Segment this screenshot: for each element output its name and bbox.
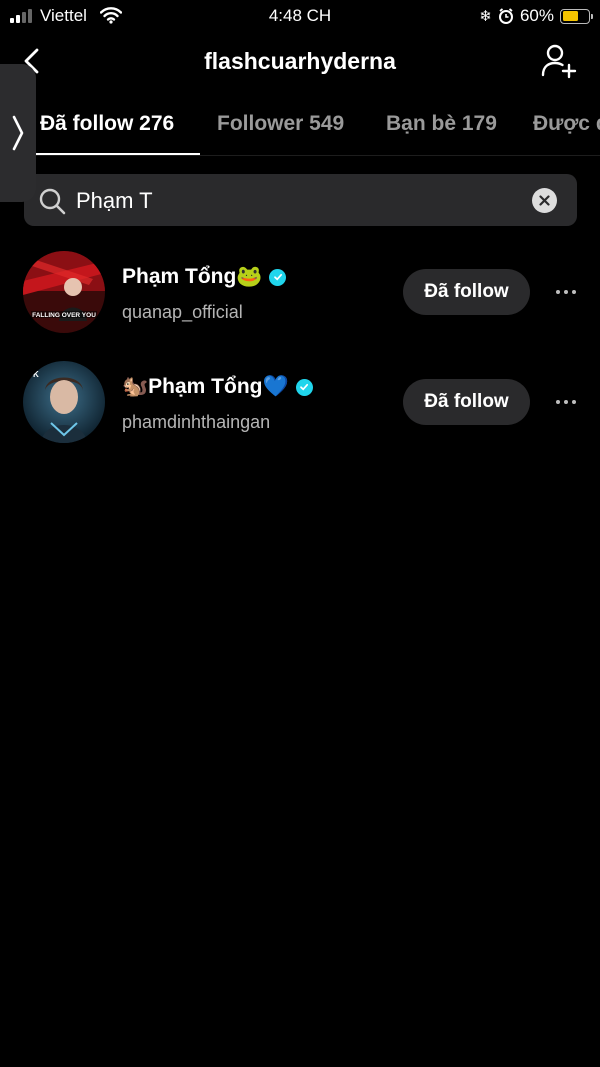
more-options-button[interactable] bbox=[550, 388, 582, 416]
search-input[interactable]: Phạm T bbox=[76, 188, 153, 214]
battery-icon bbox=[560, 8, 593, 24]
following-button[interactable]: Đã follow bbox=[403, 379, 530, 425]
tab-followers[interactable]: Follower 549 bbox=[217, 112, 344, 136]
active-tab-indicator bbox=[34, 153, 200, 155]
display-name: Phạm Tổng🐸 bbox=[122, 265, 287, 289]
dot bbox=[556, 400, 560, 404]
status-bar: Viettel 4:48 CH ❄ 60% bbox=[0, 0, 600, 32]
dot bbox=[556, 290, 560, 294]
svg-text:K: K bbox=[33, 370, 39, 379]
following-button[interactable]: Đã follow bbox=[403, 269, 530, 315]
display-name-text: Phạm Tổng🐸 bbox=[122, 265, 263, 288]
battery-percent: 60% bbox=[519, 6, 554, 25]
avatar[interactable]: K bbox=[23, 361, 105, 443]
avatar[interactable]: FALLING OVER YOU bbox=[23, 251, 105, 333]
add-user-button[interactable] bbox=[540, 42, 578, 80]
header: flashcuarhyderna bbox=[0, 38, 600, 86]
list-item[interactable]: K 🐿️Phạm Tổng💙 phamdinhthaingan Đã follo… bbox=[0, 361, 600, 453]
clear-search-button[interactable] bbox=[532, 188, 557, 213]
chevron-right-icon bbox=[12, 115, 24, 151]
tab-following[interactable]: Đã follow 276 bbox=[40, 112, 174, 136]
alarm-icon bbox=[498, 8, 513, 24]
snowflake-icon: ❄ bbox=[479, 8, 492, 25]
username: quanap_official bbox=[122, 302, 243, 322]
tab-suggested[interactable]: Được đ bbox=[533, 112, 600, 136]
search-icon bbox=[39, 188, 66, 215]
dot bbox=[572, 400, 576, 404]
dot bbox=[564, 290, 568, 294]
search-bar[interactable]: Phạm T bbox=[24, 174, 577, 226]
close-icon bbox=[539, 195, 550, 206]
list-item[interactable]: FALLING OVER YOU Phạm Tổng🐸 quanap_offic… bbox=[0, 251, 600, 343]
verified-badge-icon bbox=[295, 378, 313, 396]
page-title: flashcuarhyderna bbox=[204, 48, 396, 74]
display-name-text: 🐿️Phạm Tổng💙 bbox=[122, 375, 289, 398]
svg-text:FALLING OVER YOU: FALLING OVER YOU bbox=[32, 312, 96, 319]
dot bbox=[572, 290, 576, 294]
side-drawer-handle[interactable] bbox=[0, 64, 36, 202]
more-options-button[interactable] bbox=[550, 278, 582, 306]
tab-friends[interactable]: Bạn bè 179 bbox=[386, 112, 497, 136]
verified-badge-icon bbox=[269, 268, 287, 286]
username: phamdinhthaingan bbox=[122, 412, 271, 432]
dot bbox=[564, 400, 568, 404]
tab-bar: Đã follow 276 Follower 549 Bạn bè 179 Đư… bbox=[0, 100, 600, 156]
display-name: 🐿️Phạm Tổng💙 bbox=[122, 375, 313, 399]
